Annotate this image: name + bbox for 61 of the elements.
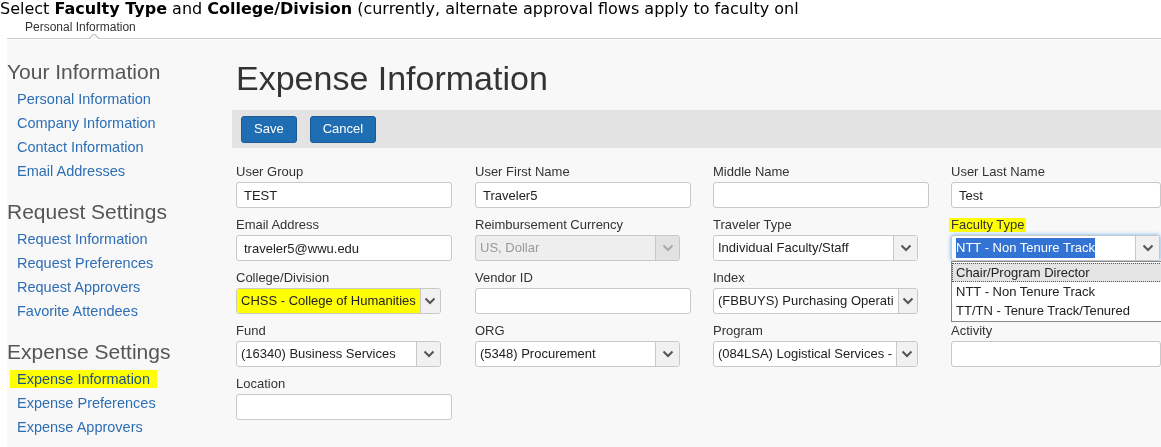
section-heading: Request Settings	[7, 200, 167, 224]
field-label: Middle Name	[713, 165, 790, 179]
dropdown-option[interactable]: Chair/Program Director	[952, 263, 1161, 282]
sidebar-link[interactable]: Personal Information	[17, 90, 151, 108]
sidebar-link[interactable]: Expense Approvers	[17, 418, 143, 436]
field-label: Activity	[951, 324, 993, 338]
chevron-down-icon	[424, 297, 437, 305]
toolbar-button[interactable]: Cancel	[309, 115, 377, 143]
dropdown-option[interactable]: TT/TN - Tenure Track/Tenured	[952, 301, 1161, 320]
dropdown-select[interactable]: (084LSA) Logistical Services -	[713, 341, 918, 367]
dropdown-select[interactable]: (16340) Business Services	[236, 341, 441, 367]
chevron-down-icon	[901, 350, 914, 358]
text-field[interactable]: TEST	[236, 182, 452, 208]
sidebar-link[interactable]: Expense Information	[10, 370, 157, 388]
text-field[interactable]: Traveler5	[475, 182, 691, 208]
field-label: College/Division	[236, 271, 330, 285]
dropdown-select[interactable]: NTT - Non Tenure Track	[951, 235, 1160, 261]
field-label: User First Name	[475, 165, 570, 179]
tab[interactable]: Personal Information	[24, 21, 137, 34]
chevron-down-icon	[901, 297, 914, 305]
text-field[interactable]: Test	[951, 182, 1161, 208]
dropdown-option[interactable]: NTT - Non Tenure Track	[952, 282, 1161, 301]
field-label: Location	[236, 377, 286, 391]
chevron-down-icon	[899, 244, 912, 252]
field-label: User Group	[236, 165, 304, 179]
sidebar-link[interactable]: Contact Information	[17, 138, 144, 156]
field-label: Email Address	[236, 218, 320, 232]
chevron-down-icon	[661, 244, 674, 252]
dropdown-select[interactable]: (FBBUYS) Purchasing Operati	[713, 288, 918, 314]
sidebar-link[interactable]: Expense Preferences	[17, 394, 156, 412]
field-label: Faculty Type	[949, 218, 1027, 232]
field-label: Traveler Type	[713, 218, 792, 232]
text-field[interactable]	[713, 182, 929, 208]
dropdown-select[interactable]: (5348) Procurement	[475, 341, 680, 367]
chevron-down-icon	[422, 350, 435, 358]
field-label: Reimbursement Currency	[475, 218, 624, 232]
dropdown-select[interactable]: Individual Faculty/Staff	[713, 235, 918, 261]
page-title: Expense Information	[236, 58, 548, 99]
text-field[interactable]	[475, 288, 691, 314]
text-field[interactable]: traveler5@wwu.edu	[236, 235, 452, 261]
text-field[interactable]	[951, 341, 1161, 367]
chevron-down-icon	[1141, 244, 1154, 252]
sidebar-link[interactable]: Request Approvers	[17, 278, 141, 296]
dropdown-select[interactable]: CHSS - College of Humanities	[236, 288, 441, 314]
sidebar-link[interactable]: Request Preferences	[17, 254, 154, 272]
chevron-down-icon	[661, 350, 674, 358]
field-label: Vendor ID	[475, 271, 533, 285]
field-label: Program	[713, 324, 763, 338]
section-heading: Expense Settings	[7, 340, 171, 364]
text-field[interactable]	[236, 394, 452, 420]
field-label: User Last Name	[951, 165, 1045, 179]
sidebar-link[interactable]: Company Information	[17, 114, 156, 132]
sidebar-link[interactable]: Email Addresses	[17, 162, 125, 180]
sidebar-link[interactable]: Favorite Attendees	[17, 302, 138, 320]
caption-text: Select Faculty Type and College/Division (currently, alternate approval flows apply to faculty onl	[0, 0, 799, 18]
field-label: Fund	[236, 324, 266, 338]
sidebar-link[interactable]: Request Information	[17, 230, 148, 248]
toolbar-button[interactable]: Save	[241, 115, 297, 143]
field-label: Index	[713, 271, 745, 285]
section-heading: Your Information	[7, 60, 161, 84]
field-label: ORG	[475, 324, 505, 338]
